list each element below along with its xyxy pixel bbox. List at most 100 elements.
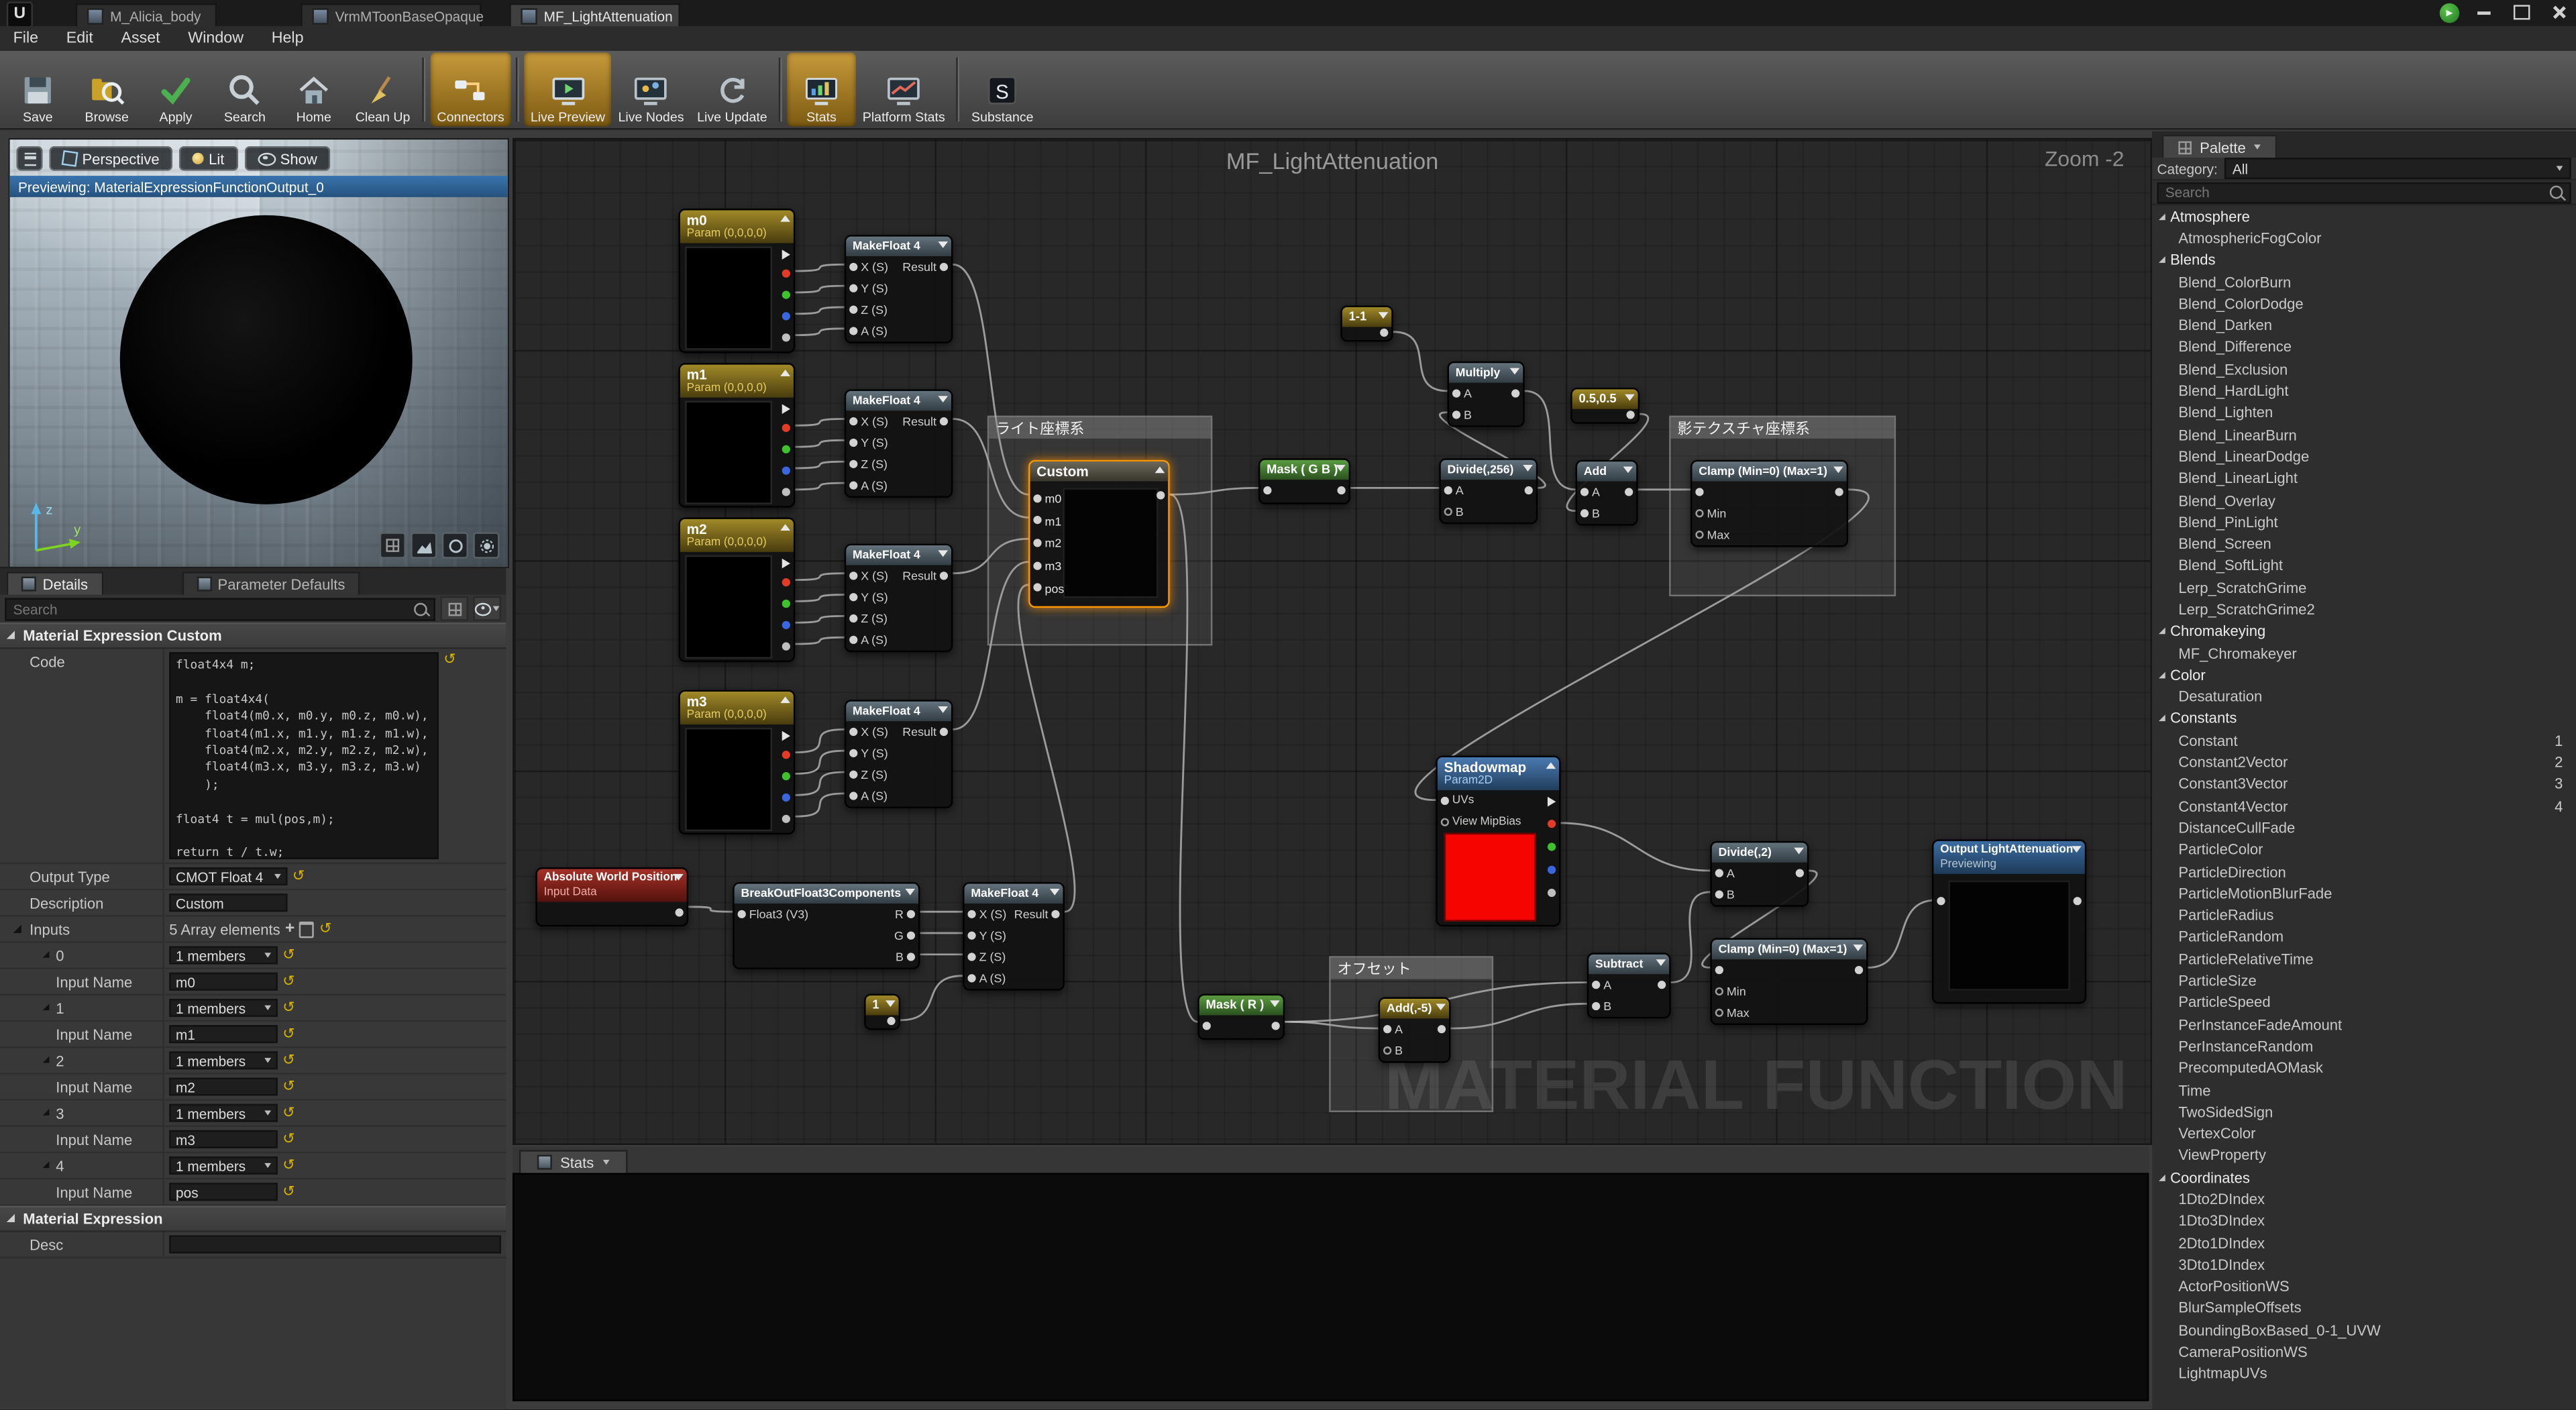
input-pin[interactable] <box>849 417 857 425</box>
rgb-output-pin[interactable] <box>782 730 790 741</box>
output-pin[interactable] <box>1380 329 1388 337</box>
search-button[interactable]: Search <box>210 52 279 126</box>
palette-item-blend-pinlight[interactable]: Blend_PinLight <box>2152 511 2576 533</box>
node-add[interactable]: AddAB <box>1576 460 1638 526</box>
gray-output-pin[interactable] <box>782 641 790 649</box>
palette-item-lerp-scratchgrime2[interactable]: Lerp_ScratchGrime2 <box>2152 598 2576 620</box>
node-add-5[interactable]: Add(,-5)AB <box>1379 997 1451 1063</box>
input-pin[interactable] <box>1263 486 1271 494</box>
collapse-chevron-icon[interactable] <box>938 396 948 402</box>
menu-help[interactable]: Help <box>272 30 304 48</box>
palette-item-blend-colordodge[interactable]: Blend_ColorDodge <box>2152 292 2576 315</box>
output-pin[interactable] <box>907 930 915 938</box>
desc-field[interactable] <box>169 1236 501 1254</box>
home-button[interactable]: Home <box>279 52 348 126</box>
output-pin[interactable] <box>940 262 948 270</box>
palette-item-time[interactable]: Time <box>2152 1079 2576 1101</box>
green-output-pin[interactable] <box>782 290 790 298</box>
input-name-field[interactable]: m3 <box>169 1130 278 1148</box>
palette-category-chromakeying[interactable]: Chromakeying <box>2152 620 2576 643</box>
palette-item-perinstancerandom[interactable]: PerInstanceRandom <box>2152 1036 2576 1058</box>
collapse-chevron-icon[interactable] <box>674 874 684 881</box>
input-pin[interactable] <box>1937 897 1945 905</box>
output-pin[interactable] <box>1438 1024 1446 1032</box>
palette-item-1dto2dindex[interactable]: 1Dto2DIndex <box>2152 1188 2576 1210</box>
palette-item-vertexcolor[interactable]: VertexColor <box>2152 1123 2576 1145</box>
output-pin[interactable] <box>1525 486 1533 494</box>
red-output-pin[interactable] <box>782 423 790 431</box>
output-pin[interactable] <box>1626 411 1634 419</box>
red-output-pin[interactable] <box>1548 820 1556 828</box>
collapse-chevron-icon[interactable] <box>885 1000 896 1007</box>
liveupdate-button[interactable]: Live Update <box>690 52 773 126</box>
gray-output-pin[interactable] <box>782 487 790 495</box>
input-pin[interactable] <box>1580 487 1589 495</box>
collapse-chevron-icon[interactable] <box>2072 846 2082 853</box>
input-pin[interactable] <box>849 305 857 313</box>
input-name-field[interactable]: pos <box>169 1183 278 1201</box>
output-pin[interactable] <box>907 910 915 918</box>
input-pin[interactable] <box>967 930 975 938</box>
input-pin[interactable] <box>1715 965 1723 973</box>
doc-tab-vrmmtoonbaseopaque[interactable]: VrmMToonBaseOpaque <box>301 3 481 26</box>
input-pin[interactable] <box>849 769 857 777</box>
palette-category-blends[interactable]: Blends <box>2152 249 2576 271</box>
input-pin[interactable] <box>1203 1022 1211 1030</box>
green-output-pin[interactable] <box>1548 843 1556 851</box>
stats-output-area[interactable] <box>513 1173 2149 1401</box>
tab-stats[interactable]: Stats <box>519 1150 627 1173</box>
palette-item-blend-darken[interactable]: Blend_Darken <box>2152 315 2576 337</box>
output-pin[interactable] <box>1272 1022 1280 1030</box>
palette-category-atmosphere[interactable]: Atmosphere <box>2152 205 2576 227</box>
palette-item-blend-difference[interactable]: Blend_Difference <box>2152 337 2576 359</box>
menu-file[interactable]: File <box>13 30 39 48</box>
members-dropdown[interactable]: 1 members <box>169 946 278 965</box>
output-pin[interactable] <box>1051 910 1059 918</box>
node-clamp-min-0-max-1[interactable]: Clamp (Min=0) (Max=1)MinMax <box>1710 938 1868 1025</box>
node-1-1[interactable]: 1-1 <box>1340 306 1393 342</box>
node-multiply[interactable]: MultiplyAB <box>1448 362 1525 427</box>
menu-window[interactable]: Window <box>188 30 244 48</box>
input-pin[interactable] <box>1715 1008 1723 1016</box>
members-dropdown[interactable]: 1 members <box>169 999 278 1017</box>
collapse-chevron-icon[interactable] <box>1833 467 1843 474</box>
gray-output-pin[interactable] <box>782 814 790 822</box>
rgb-output-pin[interactable] <box>782 249 790 259</box>
input-pin[interactable] <box>849 262 857 270</box>
collapse-chevron-icon[interactable] <box>905 889 915 896</box>
blue-output-pin[interactable] <box>782 620 790 628</box>
palette-item-precomputedaomask[interactable]: PrecomputedAOMask <box>2152 1057 2576 1079</box>
output-pin[interactable] <box>940 727 948 735</box>
viewport-settings-button[interactable] <box>473 532 499 558</box>
input-pin[interactable] <box>849 283 857 291</box>
collapse-chevron-icon[interactable] <box>938 706 948 713</box>
palette-category-color[interactable]: Color <box>2152 664 2576 686</box>
green-output-pin[interactable] <box>782 444 790 452</box>
node-0-5-0-5[interactable]: 0.5,0.5 <box>1570 388 1640 424</box>
doc-tab-m-alicia-body[interactable]: M_Alicia_body <box>76 3 217 26</box>
palette-item-perinstancefadeamount[interactable]: PerInstanceFadeAmount <box>2152 1014 2576 1036</box>
reset-to-default-icon[interactable]: ↺ <box>282 1185 294 1199</box>
input-pin[interactable] <box>849 326 857 334</box>
menu-asset[interactable]: Asset <box>121 30 160 48</box>
input-pin[interactable] <box>1592 980 1600 988</box>
node-breakoutfloat3components[interactable]: BreakOutFloat3ComponentsFloat3 (V3)RGB <box>733 882 920 969</box>
palette-category-constants[interactable]: Constants <box>2152 708 2576 730</box>
show-button[interactable]: Show <box>244 146 331 171</box>
output-pin[interactable] <box>2074 897 2082 905</box>
palette-item-atmosphericfogcolor[interactable]: AtmosphericFogColor <box>2152 227 2576 250</box>
collapse-chevron-icon[interactable] <box>1436 1004 1446 1010</box>
apply-button[interactable]: Apply <box>142 52 211 126</box>
input-pin[interactable] <box>1715 987 1723 995</box>
output-pin[interactable] <box>1511 388 1519 396</box>
blue-output-pin[interactable] <box>782 793 790 801</box>
reset-to-default-icon[interactable]: ↺ <box>292 869 305 884</box>
input-pin[interactable] <box>1033 494 1041 502</box>
palette-item-constant4vector[interactable]: Constant4Vector4 <box>2152 795 2576 817</box>
reset-to-default-icon[interactable]: ↺ <box>282 1027 294 1042</box>
cleanup-button[interactable]: Clean Up <box>348 52 417 126</box>
output-pin[interactable] <box>676 908 684 916</box>
palette-item-viewproperty[interactable]: ViewProperty <box>2152 1144 2576 1167</box>
palette-item-particlerelativetime[interactable]: ParticleRelativeTime <box>2152 948 2576 970</box>
node-divide-256[interactable]: Divide(,256)AB <box>1439 458 1538 524</box>
